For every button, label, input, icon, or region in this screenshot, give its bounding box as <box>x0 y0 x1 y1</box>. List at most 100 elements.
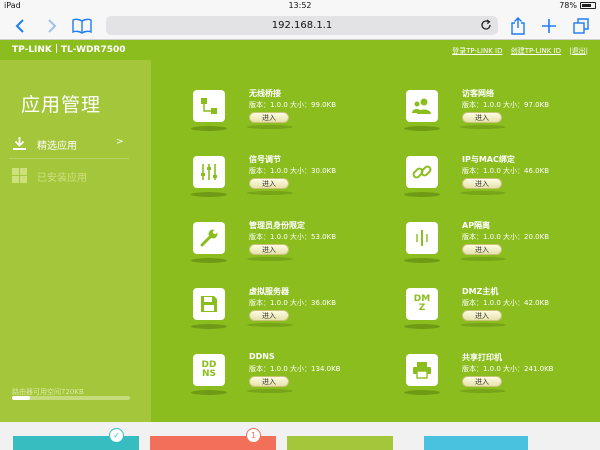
app-meta: 版本：1.0.0 大小：46.0KB <box>462 167 550 175</box>
app-card-guest-network: 访客网络 版本：1.0.0 大小：97.0KB 进入 <box>404 89 600 146</box>
sidebar: 应用管理 精选应用 > 已安装应用 路由器可用空间720KB <box>0 60 151 422</box>
enter-button[interactable]: 进入 <box>249 376 289 387</box>
share-icon[interactable] <box>507 15 529 37</box>
button-shadow <box>247 125 293 129</box>
count-badge: 1 <box>246 428 261 443</box>
app-card-dmz-host: DMZ DMZ主机 版本：1.0.0 大小：42.0KB 进入 <box>404 287 600 344</box>
enter-button[interactable]: 进入 <box>249 112 289 123</box>
bottom-tiles: ✓ 1 <box>0 422 600 450</box>
button-shadow <box>247 389 293 393</box>
app-name: IP与MAC绑定 <box>462 155 515 164</box>
button-shadow <box>247 323 293 327</box>
app-meta: 版本：1.0.0 大小：30.0KB <box>249 167 337 175</box>
app-meta: 版本：1.0.0 大小：53.0KB <box>249 233 337 241</box>
icon-shadow <box>191 390 227 395</box>
url-bar[interactable]: 192.168.1.1 <box>106 16 498 35</box>
app-name: AP隔离 <box>462 221 491 230</box>
icon-shadow <box>191 324 227 329</box>
icon-shadow <box>191 258 227 263</box>
app-name: 管理员身份限定 <box>249 221 305 230</box>
dmz-icon[interactable]: DMZ <box>406 288 438 320</box>
bottom-tile-2[interactable]: 1 <box>150 428 276 450</box>
app-meta: 版本：1.0.0 大小：99.0KB <box>249 101 337 109</box>
storage-bar <box>12 396 130 400</box>
bottom-tile-3[interactable] <box>287 436 393 450</box>
app-name: 共享打印机 <box>462 353 502 362</box>
enter-button[interactable]: 进入 <box>462 376 502 387</box>
link-icon[interactable] <box>406 156 438 188</box>
router-header: TP-LINK TL-WDR7500 登录TP-LINK ID 创建TP-LINK… <box>0 40 600 60</box>
sidebar-divider <box>9 158 129 159</box>
enter-button[interactable]: 进入 <box>462 310 502 321</box>
reload-icon[interactable] <box>480 19 492 34</box>
icon-shadow <box>404 126 440 131</box>
app-card-virtual-server: 虚拟服务器 版本：1.0.0 大小：36.0KB 进入 <box>191 287 393 344</box>
new-tab-icon[interactable] <box>538 15 560 37</box>
ddns-icon[interactable]: DDNS <box>193 354 225 386</box>
app-name: DMZ主机 <box>462 287 499 296</box>
app-grid: 无线桥接 版本：1.0.0 大小：99.0KB 进入 访客网络 版本：1.0.0… <box>151 60 600 422</box>
sidebar-item-installed-apps[interactable]: 已安装应用 <box>0 160 151 192</box>
bottom-tile-1[interactable]: ✓ <box>13 428 139 450</box>
battery-icon <box>580 2 596 9</box>
login-tplink-id-link[interactable]: 登录TP-LINK ID <box>452 47 502 55</box>
app-meta: 版本：1.0.0 大小：20.0KB <box>462 233 550 241</box>
brand-logo: TP-LINK TL-WDR7500 <box>12 44 126 55</box>
create-tplink-id-link[interactable]: 创建TP-LINK ID <box>511 47 561 55</box>
app-card-admin-restriction: 管理员身份限定 版本：1.0.0 大小：53.0KB 进入 <box>191 221 393 278</box>
button-shadow <box>247 191 293 195</box>
back-icon[interactable] <box>10 15 30 37</box>
icon-shadow <box>191 126 227 131</box>
ios-status-bar: iPad 13:52 78% <box>0 0 600 12</box>
guest-users-icon[interactable] <box>406 90 438 122</box>
enter-button[interactable]: 进入 <box>462 178 502 189</box>
enter-button[interactable]: 进入 <box>462 112 502 123</box>
app-name: 无线桥接 <box>249 89 281 98</box>
app-meta: 版本：1.0.0 大小：134.0KB <box>249 365 341 373</box>
icon-shadow <box>404 192 440 197</box>
clock: 13:52 <box>288 1 312 10</box>
enter-button[interactable]: 进入 <box>249 310 289 321</box>
icon-shadow <box>191 192 227 197</box>
printer-icon[interactable] <box>406 354 438 386</box>
windows-grid-icon <box>12 168 27 183</box>
sliders-icon[interactable] <box>193 156 225 188</box>
app-name: DDNS <box>249 352 275 361</box>
download-icon <box>12 136 27 151</box>
wrench-icon[interactable] <box>193 222 225 254</box>
app-name: 信号调节 <box>249 155 281 164</box>
button-shadow <box>460 191 506 195</box>
brand-name: TP-LINK <box>12 45 52 55</box>
battery-group: 78% <box>559 1 596 10</box>
app-name: 虚拟服务器 <box>249 287 289 296</box>
button-shadow <box>247 257 293 261</box>
app-meta: 版本：1.0.0 大小：97.0KB <box>462 101 550 109</box>
app-card-signal-adjust: 信号调节 版本：1.0.0 大小：30.0KB 进入 <box>191 155 393 212</box>
enter-button[interactable]: 进入 <box>249 244 289 255</box>
dmz-icon-text: DMZ <box>413 294 431 313</box>
sidebar-item-label: 精选应用 <box>37 141 77 152</box>
bookmarks-icon[interactable] <box>70 15 94 37</box>
button-shadow <box>460 323 506 327</box>
browser-toolbar: 192.168.1.1 <box>0 12 600 40</box>
bridge-icon[interactable] <box>193 90 225 122</box>
url-text: 192.168.1.1 <box>271 20 333 31</box>
sidebar-title: 应用管理 <box>21 94 102 116</box>
button-shadow <box>460 389 506 393</box>
logout-link[interactable]: |退出| <box>569 47 588 55</box>
icon-shadow <box>404 258 440 263</box>
enter-button[interactable]: 进入 <box>462 244 502 255</box>
button-shadow <box>460 125 506 129</box>
battery-percent: 78% <box>559 1 577 10</box>
icon-shadow <box>404 324 440 329</box>
tabs-icon[interactable] <box>570 15 592 37</box>
app-card-ip-mac-binding: IP与MAC绑定 版本：1.0.0 大小：46.0KB 进入 <box>404 155 600 212</box>
floppy-icon[interactable] <box>193 288 225 320</box>
enter-button[interactable]: 进入 <box>249 178 289 189</box>
ap-isolation-icon[interactable] <box>406 222 438 254</box>
ddns-icon-text: DDNS <box>201 360 217 379</box>
forward-icon[interactable] <box>42 15 62 37</box>
bottom-tile-4[interactable] <box>424 436 528 450</box>
model-name: TL-WDR7500 <box>60 45 126 55</box>
sidebar-item-featured-apps[interactable]: 精选应用 > <box>0 128 151 160</box>
